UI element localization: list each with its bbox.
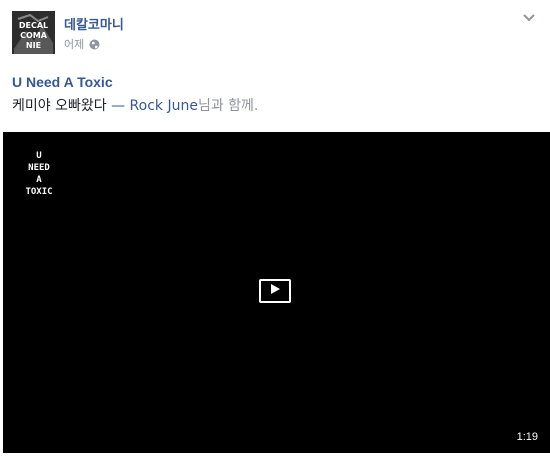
caption-text: 케미야 오빠왔다 [12,98,107,114]
post-caption: 케미야 오빠왔다 — Rock June님과 함께. [12,95,258,115]
video-player[interactable]: U NEED A TOXIC 1:19 [3,132,550,453]
video-overlay-text: U NEED A TOXIC [22,150,56,198]
svg-text:NIE: NIE [26,41,41,50]
post-timestamp[interactable]: 어제 [64,36,84,52]
svg-text:COMA: COMA [20,31,48,40]
svg-text:DECAL: DECAL [19,21,48,30]
overlay-line: A [36,175,42,185]
play-icon [269,282,281,300]
globe-icon [89,39,100,50]
overlay-line: TOXIC [25,187,53,197]
avatar[interactable]: DECAL COMA NIE [12,11,55,54]
overlay-line: U [36,151,42,161]
caption-separator: — [106,98,130,114]
author-name[interactable]: 데칼코마니 [64,14,124,33]
caption-suffix: 님과 함께. [197,98,259,114]
facebook-post: DECAL COMA NIE 데칼코마니 어제 U Need A Toxic 케… [0,0,550,468]
video-duration: 1:19 [516,431,538,443]
post-title[interactable]: U Need A Toxic [12,74,113,90]
chevron-down-icon[interactable] [522,11,536,23]
tagged-user-link[interactable]: Rock June [130,98,198,114]
overlay-line: NEED [28,163,50,173]
post-meta: 어제 [64,36,100,52]
play-button[interactable] [259,279,291,303]
